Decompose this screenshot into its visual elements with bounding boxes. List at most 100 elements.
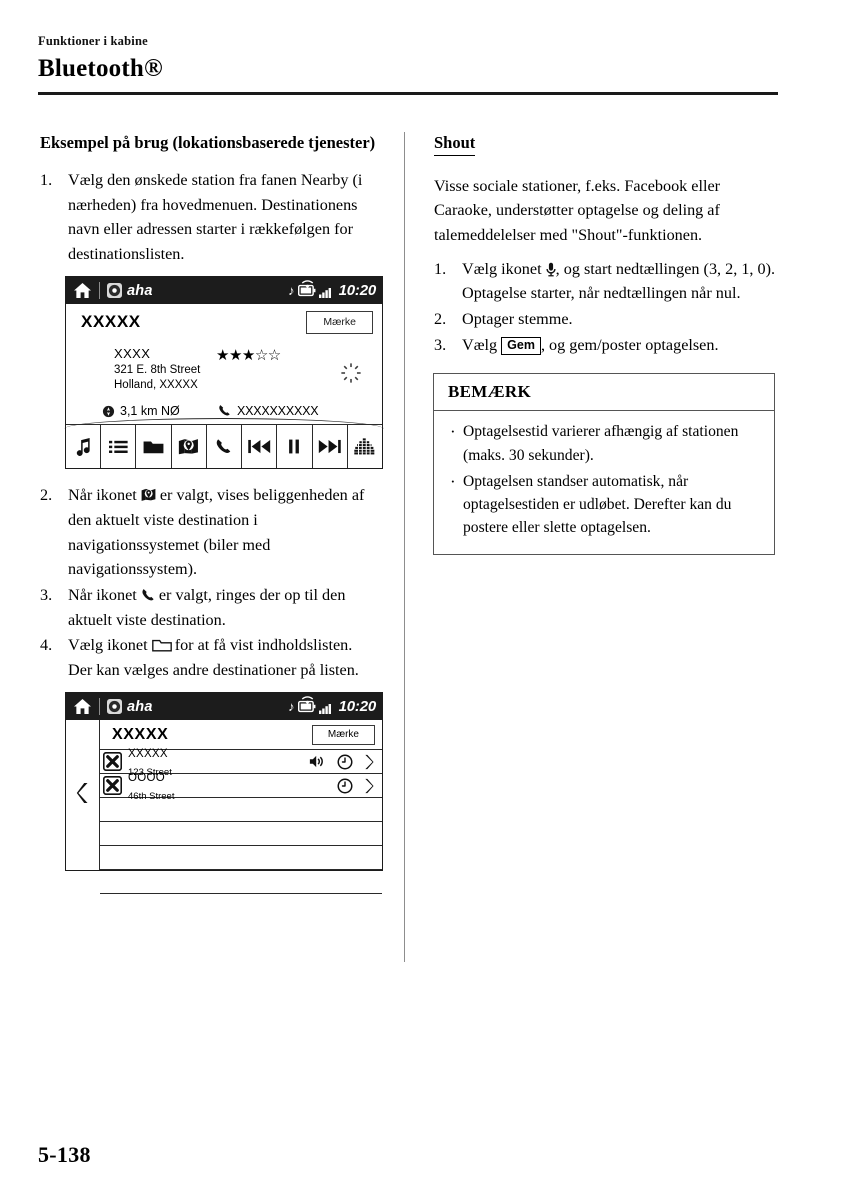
distance-value: 3,1 km NØ	[120, 404, 180, 419]
folder-icon	[143, 439, 164, 455]
step-number: 2.	[434, 310, 447, 329]
save-button[interactable]: Gem	[501, 336, 541, 356]
list-item-actions	[309, 754, 376, 770]
signal-bars-icon	[318, 285, 334, 298]
pause-icon	[288, 439, 300, 454]
speaker-icon[interactable]	[309, 755, 326, 768]
note-box: BEMÆRK Optagelsestid varierer afhængig a…	[433, 373, 775, 555]
list-icon	[108, 440, 128, 454]
toolbar-next-button[interactable]	[313, 425, 348, 469]
screen2-body: XXXXX Mærke XXXXX 123 Street OOOO 46th S…	[66, 720, 382, 895]
aha-disc-icon	[107, 699, 122, 715]
step-number: 4.	[40, 636, 53, 655]
screen1-toolbar	[64, 418, 384, 469]
header-eyebrow: Funktioner i kabine	[38, 34, 148, 48]
back-button[interactable]	[66, 720, 100, 871]
screen1-distance: 3,1 km NØ	[102, 404, 180, 418]
step-number: 2.	[40, 486, 53, 505]
toolbar-folder-button[interactable]	[136, 425, 172, 469]
music-note-icon	[75, 437, 92, 457]
step-text-pre: Når ikonet	[68, 585, 137, 604]
map-pin-icon	[141, 488, 156, 503]
toolbar-previous-button[interactable]	[242, 425, 278, 469]
device-screen-content-list[interactable]: aha ♪ 10:20 XXXXX Mærke XXXXX 123 Street…	[65, 692, 383, 895]
chevron-right-icon[interactable]	[364, 778, 374, 794]
step-text: Optager stemme.	[462, 310, 573, 329]
step-number: 3.	[434, 335, 447, 354]
battery-icon	[297, 696, 316, 714]
list-item-empty[interactable]	[100, 870, 382, 895]
screen2-brand-button[interactable]: Mærke	[311, 725, 375, 746]
map-pin-icon	[178, 438, 199, 455]
right-column: Shout Visse sociale stationer, f.eks. Fa…	[432, 132, 777, 555]
music-note-icon: ♪	[288, 283, 295, 299]
toolbar-music-button[interactable]	[66, 425, 102, 469]
page-number: 5-138	[38, 1142, 91, 1167]
microphone-icon	[546, 262, 556, 277]
step-text-pre: Vælg	[462, 335, 498, 354]
status-separator	[99, 698, 100, 716]
battery-icon	[297, 280, 316, 298]
home-icon[interactable]	[73, 282, 92, 299]
content-columns: Eksempel på brug (lokationsbaserede tjen…	[38, 132, 786, 972]
device-screen-station-detail[interactable]: aha ♪ 10:20 XXXXX Mærke XXXX 321 E. 8th …	[64, 276, 384, 470]
x-mark-icon	[102, 776, 123, 796]
screen1-destination: XXXX 321 E. 8th Street Holland, XXXXX	[114, 346, 200, 392]
compass-icon	[102, 405, 115, 418]
phone-icon	[218, 404, 232, 418]
note-box-heading: BEMÆRK	[434, 374, 774, 412]
list-item-title: XXXXX	[128, 748, 168, 761]
screen1-status-right: ♪ 10:20	[288, 280, 377, 300]
clock-icon[interactable]	[337, 754, 353, 770]
right-step-3: 3. Vælg Gem, og gem/poster optagelsen.	[432, 333, 777, 358]
note-box-body: Optagelsestid varierer afhængig af stati…	[434, 411, 774, 553]
toolbar-call-button[interactable]	[207, 425, 243, 469]
screen1-phone: XXXXXXXXXX	[218, 404, 319, 418]
x-mark-icon	[102, 752, 123, 772]
screen2-list-area: XXXXX Mærke XXXXX 123 Street OOOO 46th S…	[100, 720, 382, 895]
note-list: Optagelsestid varierer afhængig af stati…	[446, 419, 762, 540]
right-step-1: 1. Vælg ikonet , og start nedtællingen (…	[432, 257, 777, 306]
left-column: Eksempel på brug (lokationsbaserede tjen…	[38, 132, 384, 895]
phone-icon	[141, 588, 155, 602]
page-header: Funktioner i kabine Bluetooth®	[38, 34, 778, 95]
step-number: 3.	[40, 585, 53, 604]
screen1-clock: 10:20	[338, 282, 377, 300]
phone-icon	[215, 438, 232, 455]
list-item-empty[interactable]	[100, 822, 382, 847]
chevron-right-icon[interactable]	[364, 754, 374, 770]
left-step-2: 2. Når ikonet er valgt, vises beliggenhe…	[38, 483, 383, 582]
screen1-brand-button[interactable]: Mærke	[306, 311, 373, 335]
list-item-empty[interactable]	[100, 846, 382, 871]
previous-track-icon	[247, 439, 271, 454]
equalizer-icon	[354, 438, 375, 456]
music-note-icon: ♪	[288, 699, 295, 715]
right-step-2: 2. Optager stemme.	[432, 307, 777, 332]
left-step-list: 1. Vælg den ønskede station fra fanen Ne…	[38, 168, 383, 267]
list-item[interactable]: OOOO 46th Street	[100, 772, 382, 802]
signal-bars-icon	[318, 701, 334, 714]
destination-address-line2: Holland, XXXXX	[114, 378, 198, 391]
toolbar-pause-button[interactable]	[277, 425, 313, 469]
loading-spinner-icon	[340, 362, 362, 384]
step-text-pre: Når ikonet	[68, 486, 137, 505]
step-number: 1.	[434, 259, 447, 278]
step-number: 1.	[40, 170, 53, 189]
next-track-icon	[318, 439, 341, 454]
toolbar-list-button[interactable]	[101, 425, 137, 469]
list-item-title: OOOO	[128, 772, 165, 785]
clock-icon[interactable]	[337, 778, 353, 794]
header-rule	[38, 92, 778, 95]
screen1-station-name: XXXXX	[81, 312, 141, 332]
right-section-title: Shout	[434, 132, 476, 156]
left-step-1: 1. Vælg den ønskede station fra fanen Ne…	[38, 168, 383, 267]
toolbar-map-button[interactable]	[172, 425, 207, 469]
note-list-item: Optagelsen standser automatisk, når opta…	[446, 469, 762, 540]
screen2-status-bar: aha ♪ 10:20	[66, 693, 382, 721]
step-text-pre: Vælg ikonet	[68, 636, 148, 655]
page-title: Bluetooth®	[38, 55, 163, 82]
home-icon[interactable]	[73, 698, 92, 715]
toolbar-equalizer-button[interactable]	[348, 425, 382, 468]
list-item-empty[interactable]	[100, 798, 382, 823]
right-step-list: 1. Vælg ikonet , og start nedtællingen (…	[432, 257, 777, 358]
